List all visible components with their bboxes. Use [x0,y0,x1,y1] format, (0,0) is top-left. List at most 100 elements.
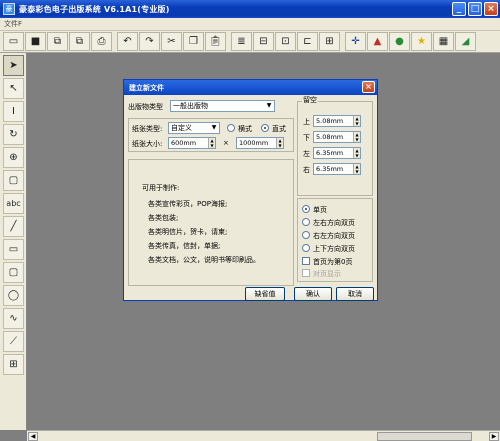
paper-type-select[interactable]: 自定义 ▼ [168,122,220,134]
undo-icon[interactable]: ↶ [117,32,138,51]
gradient-icon[interactable]: ● [389,32,410,51]
spin-arrows-icon[interactable]: ▲ ▼ [353,164,360,174]
first-page-zero-checkbox[interactable] [302,257,310,265]
menu-file[interactable]: 文件F [4,19,22,29]
node-arrow-icon[interactable]: ↖ [3,78,24,99]
show-spread-checkbox[interactable] [302,269,310,277]
ellipse-tool-icon[interactable]: ◯ [3,285,24,306]
dialog-title: 建立新文件 [129,84,164,92]
portrait-radio[interactable] [261,124,269,132]
rectangle-tool-icon[interactable]: ▭ [3,239,24,260]
margin-top-input[interactable]: 5.08mm ▲ ▼ [313,115,361,127]
new-icon[interactable]: ▭ [3,32,24,51]
window-title: 豪泰彩色电子出版系统 V6.1A1(专业版) [19,4,170,14]
scroll-thumb[interactable] [377,432,472,441]
map-icon[interactable]: ▦ [433,32,454,51]
import-icon[interactable]: ⧉ [47,32,68,51]
move-cross-icon[interactable]: ✛ [345,32,366,51]
dialog-close-button[interactable]: × [362,81,375,93]
margin-right-label: 右 [303,166,310,174]
tool-palette: ➤ ↖ I ↻ ⊕ ▢ abc ╱ ▭ ▢ ◯ ∿ ⟋ ⊞ [0,53,27,430]
export-icon[interactable]: ⧉ [69,32,90,51]
copy-icon[interactable]: ❐ [183,32,204,51]
app-icon: 豪 [3,3,15,15]
main-toolbar: ▭ ■ ⧉ ⧉ ⎙ ↶ ↷ ✂ ❐ 📋︎ ≣ ⊟ ⊡ ⊏ ⊞ ✛ ▲ ● ★ ▦… [0,31,500,53]
cut-icon[interactable]: ✂ [161,32,182,51]
ok-button[interactable]: 确认 [294,287,332,301]
rounded-rect-tool-icon[interactable]: ▢ [3,262,24,283]
paper-type-label: 纸张类型: [132,125,163,133]
spin-arrows-icon[interactable]: ▲ ▼ [353,132,360,142]
paper-type-value: 自定义 [171,124,192,132]
landscape-radio[interactable] [227,124,235,132]
table-tool-icon[interactable]: ⊞ [3,354,24,375]
zoom-icon[interactable]: ⊕ [3,147,24,168]
maximize-button[interactable]: □ [468,2,482,16]
pub-type-value: 一般出版物 [173,102,208,110]
color-icon[interactable]: ▲ [367,32,388,51]
first-page-zero-label: 首页为第0页 [313,258,353,266]
paper-size-label: 纸张大小: [132,140,163,148]
dialog-titlebar: 建立新文件 × [124,80,377,95]
pub-type-label: 出版物类型 [128,103,163,111]
paper-height-input[interactable]: 1000mm ▲ ▼ [236,137,284,149]
usage-line: 各类文档，公文，说明书等印刷品。 [148,256,260,264]
margin-top-label: 上 [303,118,310,126]
rl-double-label: 右左方向双页 [313,232,355,240]
spin-arrows-icon[interactable]: ▲ ▼ [353,116,360,126]
save-icon[interactable]: ■ [25,32,46,51]
pub-type-select[interactable]: 一般出版物 ▼ [170,100,275,112]
horizontal-scrollbar[interactable]: ◀ ▶ [27,430,500,441]
close-window-button[interactable]: × [484,2,498,16]
line-tool-icon[interactable]: ╱ [3,216,24,237]
rl-double-radio[interactable] [302,231,310,239]
margin-right-value: 6.35mm [316,165,344,173]
text-tool-icon[interactable]: I [3,101,24,122]
paste-icon[interactable]: 📋︎ [205,32,226,51]
lr-double-radio[interactable] [302,218,310,226]
layers-icon[interactable]: ≣ [231,32,252,51]
scroll-right-icon[interactable]: ▶ [489,432,499,441]
lr-double-label: 左右方向双页 [313,219,355,227]
margin-left-input[interactable]: 6.35mm ▲ ▼ [313,147,361,159]
margin-bottom-label: 下 [303,134,310,142]
paper-height-value: 1000mm [239,139,269,147]
spin-arrows-icon[interactable]: ▲ ▼ [276,138,283,148]
usage-line: 各类宣传彩页，POP海报; [148,200,228,208]
default-button[interactable]: 缺省值 [245,287,285,301]
select-arrow-icon[interactable]: ➤ [3,55,24,76]
frame-icon[interactable]: ⊞ [319,32,340,51]
abc-text-icon[interactable]: abc [3,193,24,214]
single-page-radio[interactable] [302,205,310,213]
group-icon[interactable]: ⊡ [275,32,296,51]
new-file-dialog: 建立新文件 × 出版物类型 一般出版物 ▼ 纸张类型: 自定义 ▼ 横式 直式 … [123,79,378,301]
rotate-icon[interactable]: ↻ [3,124,24,145]
polyline-tool-icon[interactable]: ⟋ [3,331,24,352]
minimize-button[interactable]: _ [452,2,466,16]
frame-tool-icon[interactable]: ▢ [3,170,24,191]
portrait-label: 直式 [272,125,286,133]
print-icon[interactable]: ⎙ [91,32,112,51]
spin-arrows-icon[interactable]: ▲ ▼ [208,138,215,148]
redo-icon[interactable]: ↷ [139,32,160,51]
cancel-button[interactable]: 取消 [336,287,374,301]
curve-tool-icon[interactable]: ∿ [3,308,24,329]
paper-width-value: 600mm [171,139,197,147]
margin-top-value: 5.08mm [316,117,344,125]
margin-bottom-input[interactable]: 5.08mm ▲ ▼ [313,131,361,143]
tb-double-radio[interactable] [302,244,310,252]
ungroup-icon[interactable]: ⊏ [297,32,318,51]
scroll-left-icon[interactable]: ◀ [28,432,38,441]
usage-line: 各类传真，信封，单据; [148,242,221,250]
chevron-down-icon: ▼ [211,124,217,131]
align-icon[interactable]: ⊟ [253,32,274,51]
tb-double-label: 上下方向双页 [313,245,355,253]
margin-right-input[interactable]: 6.35mm ▲ ▼ [313,163,361,175]
star-icon[interactable]: ★ [411,32,432,51]
paper-width-input[interactable]: 600mm ▲ ▼ [168,137,216,149]
margin-left-value: 6.35mm [316,149,344,157]
window-titlebar: 豪 豪泰彩色电子出版系统 V6.1A1(专业版) _ □ × [0,0,500,18]
chart-icon[interactable]: ◢ [455,32,476,51]
usage-line: 各类包装; [148,214,179,222]
spin-arrows-icon[interactable]: ▲ ▼ [353,148,360,158]
